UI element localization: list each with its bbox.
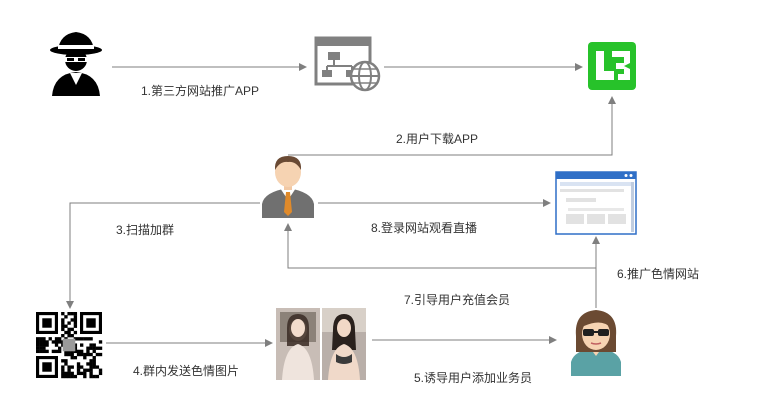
- hacker-icon: [50, 32, 102, 96]
- arrows: [66, 63, 616, 347]
- app-logo-icon: [588, 42, 636, 90]
- step-4-label: 4.群内发送色情图片: [133, 364, 240, 378]
- step-5-label: 5.诱导用户添加业务员: [414, 371, 533, 385]
- businessman-icon: [262, 156, 314, 218]
- step-2-label: 2.用户下载APP: [396, 132, 479, 146]
- step-1-label: 1.第三方网站推广APP: [141, 84, 260, 98]
- photo-pair-icon: [276, 308, 366, 380]
- arrow-step-3: [66, 202, 260, 309]
- step-6-label: 6.推广色情网站: [617, 267, 700, 281]
- sunglasses-woman-icon: [571, 310, 621, 376]
- step-7-label: 7.引导用户充值会员: [404, 293, 511, 307]
- website-sitemap-icon: [314, 36, 381, 92]
- step-3-label: 3.扫描加群: [116, 223, 175, 237]
- flow-diagram: [36, 32, 637, 380]
- qr-code-icon: [36, 312, 103, 379]
- step-8-label: 8.登录网站观看直播: [371, 221, 478, 235]
- browser-window-icon: [555, 171, 637, 235]
